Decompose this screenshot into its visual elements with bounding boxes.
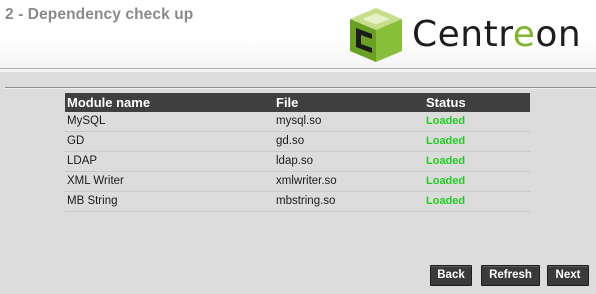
status-cell: Loaded bbox=[424, 191, 530, 212]
header: 2 - Dependency check up Centreon bbox=[0, 0, 596, 68]
file-cell: ldap.so bbox=[274, 151, 424, 172]
table-row: LDAP ldap.so Loaded bbox=[65, 151, 530, 172]
status-cell: Loaded bbox=[424, 131, 530, 152]
table-row: MB String mbstring.so Loaded bbox=[65, 191, 530, 212]
status-cell: Loaded bbox=[424, 112, 530, 132]
centreon-logo: Centreon bbox=[346, 6, 591, 64]
column-header-status: Status bbox=[424, 93, 530, 112]
module-name-cell: XML Writer bbox=[65, 171, 274, 192]
file-cell: mbstring.so bbox=[274, 191, 424, 212]
status-cell: Loaded bbox=[424, 171, 530, 192]
dependency-table: Module name File Status MySQL mysql.so L… bbox=[65, 93, 530, 212]
page-title: 2 - Dependency check up bbox=[5, 6, 194, 23]
back-button[interactable]: Back bbox=[430, 265, 472, 286]
header-divider-highlight bbox=[0, 69, 596, 72]
refresh-button[interactable]: Refresh bbox=[481, 265, 540, 286]
module-name-cell: MB String bbox=[65, 191, 274, 212]
centreon-wordmark: Centreon bbox=[412, 14, 582, 55]
status-cell: Loaded bbox=[424, 151, 530, 172]
content-divider-highlight bbox=[5, 88, 596, 89]
module-name-cell: MySQL bbox=[65, 112, 274, 132]
table-row: XML Writer xmlwriter.so Loaded bbox=[65, 171, 530, 192]
next-button[interactable]: Next bbox=[547, 265, 589, 286]
module-name-cell: LDAP bbox=[65, 151, 274, 172]
column-header-file: File bbox=[274, 93, 424, 112]
table-row: GD gd.so Loaded bbox=[65, 131, 530, 152]
table-header-row: Module name File Status bbox=[65, 93, 530, 112]
table-row: MySQL mysql.so Loaded bbox=[65, 112, 530, 132]
file-cell: mysql.so bbox=[274, 112, 424, 132]
column-header-module-name: Module name bbox=[65, 93, 274, 112]
module-name-cell: GD bbox=[65, 131, 274, 152]
centreon-cube-icon bbox=[350, 8, 402, 62]
file-cell: gd.so bbox=[274, 131, 424, 152]
file-cell: xmlwriter.so bbox=[274, 171, 424, 192]
